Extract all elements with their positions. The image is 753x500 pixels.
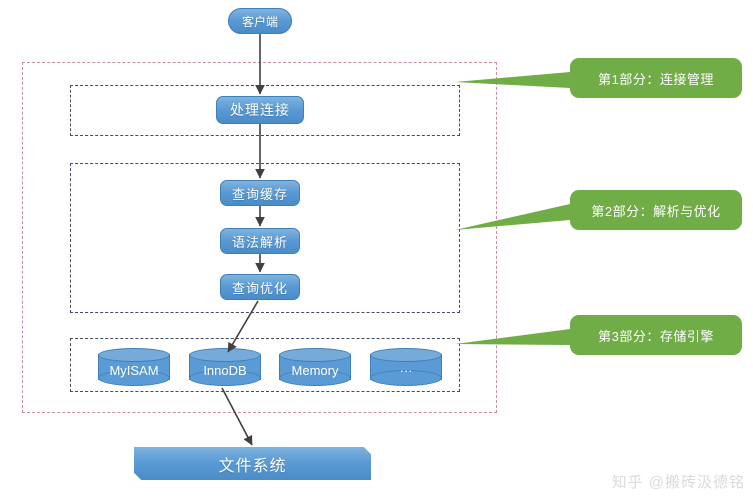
node-storage-engine-other[interactable]: ··· <box>370 348 442 386</box>
callout-part-3-storage-engine[interactable]: 第3部分：存储引擎 <box>570 315 742 355</box>
node-query-optimize-label: 查询优化 <box>231 280 288 296</box>
callout-part-3-label: 第3部分：存储引擎 <box>598 328 714 344</box>
node-syntax-parse[interactable]: 语法解析 <box>220 228 300 254</box>
node-storage-engine-other-label: ··· <box>399 362 413 378</box>
node-client-label: 客户端 <box>241 14 278 29</box>
node-storage-engine-myisam-label: MyISAM <box>109 362 159 378</box>
node-query-cache[interactable]: 查询缓存 <box>220 180 300 206</box>
callout-part-2-parsing-optimization[interactable]: 第2部分：解析与优化 <box>570 190 742 230</box>
node-storage-engine-myisam[interactable]: MyISAM <box>98 348 170 386</box>
watermark: 知乎 @搬砖汲德铭 <box>612 471 745 492</box>
node-handle-connection-label: 处理连接 <box>230 102 290 118</box>
watermark-text: 知乎 @搬砖汲德铭 <box>611 474 745 491</box>
node-filesystem[interactable]: 文件系统 <box>134 447 371 480</box>
callout-part-2-label: 第2部分：解析与优化 <box>591 203 721 219</box>
node-storage-engine-innodb-label: InnoDB <box>203 362 247 378</box>
callout-part-1-connection-management[interactable]: 第1部分：连接管理 <box>570 58 742 98</box>
callout-part-1-label: 第1部分：连接管理 <box>598 71 714 87</box>
diagram-canvas: 客户端 处理连接 查询缓存 语法解析 查询优化 MyISAM InnoDB Me… <box>0 0 753 500</box>
node-handle-connection[interactable]: 处理连接 <box>216 96 304 124</box>
node-storage-engine-innodb[interactable]: InnoDB <box>189 348 261 386</box>
node-syntax-parse-label: 语法解析 <box>231 234 288 250</box>
node-storage-engine-memory-label: Memory <box>291 362 339 378</box>
node-query-optimize[interactable]: 查询优化 <box>220 274 300 300</box>
node-query-cache-label: 查询缓存 <box>231 186 288 202</box>
node-client[interactable]: 客户端 <box>228 8 292 34</box>
node-storage-engine-memory[interactable]: Memory <box>279 348 351 386</box>
node-filesystem-label: 文件系统 <box>218 457 287 475</box>
